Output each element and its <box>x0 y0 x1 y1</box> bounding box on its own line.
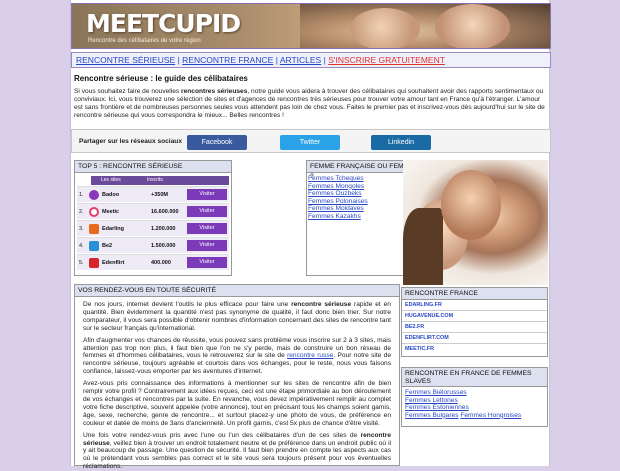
site-count: +350M <box>151 192 168 198</box>
rencontre-slaves-box: RENCONTRE EN FRANCE DE FEMMES SLAVES Fem… <box>401 367 548 427</box>
top5-row: 1. Badoo +350M Visiter <box>77 186 229 202</box>
top5-row: 4. Be2 1.500.000 Visiter <box>77 237 229 253</box>
nav-articles[interactable]: ARTICLES <box>280 55 321 65</box>
share-label: Partager sur les réseaux sociaux <box>79 138 182 145</box>
nav-rencontre-france[interactable]: RENCONTRE FRANCE <box>182 55 273 65</box>
site-count: 1.200.000 <box>151 226 176 232</box>
rencontre-france-item[interactable]: BE2.FR <box>402 322 547 333</box>
site-name: Edarling <box>102 226 125 232</box>
rdv-section: VOS RENDEZ-VOUS EN TOUTE SÉCURITÉ De nos… <box>74 284 400 470</box>
nav-separator: | <box>323 55 326 65</box>
visit-button[interactable]: Visiter <box>187 257 227 268</box>
top5-row: 5. Edenflirt 400.000 Visiter <box>77 254 229 270</box>
intro-bold: rencontres sérieuses <box>181 88 248 95</box>
main-nav: RENCONTRE SÉRIEUSE | RENCONTRE FRANCE | … <box>71 52 551 68</box>
rencontre-france-item[interactable]: EDARLING.FR <box>402 300 547 311</box>
row-number: 1. <box>79 192 84 198</box>
site-name: Be2 <box>102 243 113 249</box>
rdv-paragraph: Avez-vous pris connaissance des informat… <box>83 380 391 427</box>
site-name: Edenflirt <box>102 260 125 266</box>
photo-hair <box>403 208 443 285</box>
site-logo[interactable]: MEETCUPID <box>86 9 241 38</box>
col-sites: Les sites <box>101 177 121 183</box>
twitter-button[interactable]: Twitter <box>280 135 340 150</box>
meetic-icon <box>89 207 99 217</box>
rencontre-france-box: RENCONTRE FRANCE EDARLING.FR HUGAVENUE.C… <box>401 287 548 357</box>
rdv-paragraph: De nos jours, internet devient l'outils … <box>83 301 391 333</box>
visit-button[interactable]: Visiter <box>187 206 227 217</box>
slaves-link[interactable]: Femmes Bulgares <box>405 412 459 419</box>
site-name: Badoo <box>102 192 120 198</box>
slaves-link[interactable]: Femmes Biélorusses <box>405 389 467 396</box>
col-inscrits: Inscrits <box>147 177 163 183</box>
row-number: 3. <box>79 226 84 232</box>
slaves-link[interactable]: Femmes Hongroises <box>460 412 521 419</box>
visit-button[interactable]: Visiter <box>187 189 227 200</box>
be2-icon <box>89 241 99 251</box>
page-container: MEETCUPID Rencontre des célibataires de … <box>70 0 551 470</box>
slaves-link[interactable]: Femmes Estoniennes <box>405 404 469 411</box>
rdv-heading: VOS RENDEZ-VOUS EN TOUTE SÉCURITÉ <box>75 285 399 297</box>
nav-inscrire[interactable]: S'INSCRIRE GRATUITEMENT <box>328 55 445 65</box>
top5-row: 2. Meetic 16.600.000 Visiter <box>77 203 229 219</box>
rencontre-france-item[interactable]: EDENFLIRT.COM <box>402 333 547 344</box>
linkedin-button[interactable]: Linkedin <box>371 135 431 150</box>
intro-text: Si vous souhaitez faire de nouvelles ren… <box>74 88 548 120</box>
text-part: Une fois votre rendez-vous pris avec l'u… <box>83 431 361 439</box>
rdv-paragraph: Une fois votre rendez-vous pris avec l'u… <box>83 432 391 471</box>
slaves-link[interactable]: Femmes Lettones <box>405 397 458 404</box>
site-name: Meetic <box>102 209 120 215</box>
site-header: MEETCUPID Rencontre des célibataires de … <box>71 3 551 49</box>
page-title: Rencontre sérieuse : le guide des céliba… <box>74 74 248 83</box>
rencontre-slaves-heading: RENCONTRE EN FRANCE DE FEMMES SLAVES <box>402 368 547 387</box>
couple-photo <box>403 160 548 285</box>
rencontre-slaves-list: Femmes Biélorusses Femmes Lettones Femme… <box>402 387 547 421</box>
edenflirt-icon <box>89 258 99 268</box>
nav-rencontre-serieuse[interactable]: RENCONTRE SÉRIEUSE <box>76 55 175 65</box>
rdv-text: De nos jours, internet devient l'outils … <box>75 297 399 471</box>
top5-column-header: Les sites Inscrits <box>91 176 229 185</box>
site-count: 1.500.000 <box>151 243 176 249</box>
text-part: De nos jours, internet devient l'outils … <box>83 301 292 308</box>
rencontre-russe-link[interactable]: rencontre russe <box>287 352 333 359</box>
row-number: 2. <box>79 209 84 215</box>
site-count: 400.000 <box>151 260 171 266</box>
facebook-button[interactable]: Facebook <box>187 135 247 150</box>
rencontre-france-item[interactable]: HUGAVENUE.COM <box>402 311 547 322</box>
rdv-paragraph: Afin d'augmenter vos chances de réussite… <box>83 337 391 377</box>
badoo-icon <box>89 190 99 200</box>
text-bold: rencontre sérieuse <box>291 301 352 308</box>
header-photo-bg <box>300 4 550 48</box>
edarling-icon <box>89 224 99 234</box>
photo-man <box>441 170 501 240</box>
nav-separator: | <box>275 55 278 65</box>
rencontre-france-heading: RENCONTRE FRANCE <box>402 288 547 300</box>
header-photo-man <box>435 4 510 48</box>
top5-heading: TOP 5 : RENCONTRE SÉRIEUSE <box>75 161 231 173</box>
row-number: 4. <box>79 243 84 249</box>
row-number: 5. <box>79 260 84 266</box>
top5-box: TOP 5 : RENCONTRE SÉRIEUSE Les sites Ins… <box>74 160 232 276</box>
site-tagline: Rencontre des célibataires de votre régi… <box>88 38 201 44</box>
top5-row: 3. Edarling 1.200.000 Visiter <box>77 220 229 236</box>
visit-button[interactable]: Visiter <box>187 240 227 251</box>
share-bar: Partager sur les réseaux sociaux Faceboo… <box>71 129 551 153</box>
intro-part: Si vous souhaitez faire de nouvelles <box>74 88 182 95</box>
site-count: 16.600.000 <box>151 209 179 215</box>
rencontre-france-item[interactable]: MEETIC.FR <box>402 344 547 355</box>
visit-button[interactable]: Visiter <box>187 223 227 234</box>
header-photo-woman <box>350 8 420 48</box>
nav-separator: | <box>177 55 180 65</box>
